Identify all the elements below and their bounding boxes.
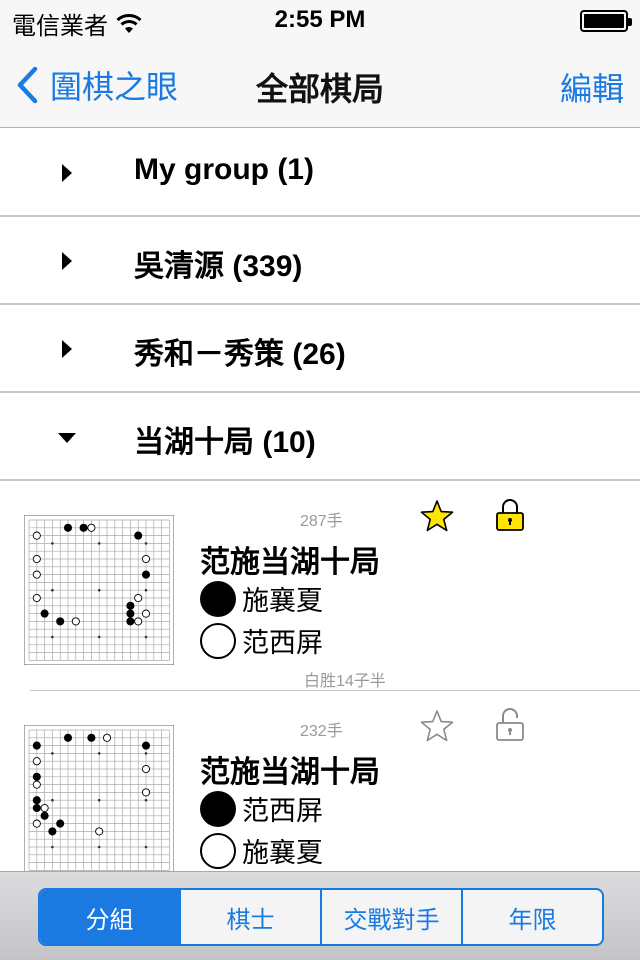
disclosure-down-icon (58, 433, 76, 443)
game-row[interactable]: 232手范施当湖十局范西屏施襄夏 (0, 691, 640, 871)
group-row[interactable]: My group (1) (0, 129, 640, 217)
navigation-bar: 圍棋之眼 全部棋局 編輯 (0, 40, 640, 128)
segment-opponents[interactable]: 交戰對手 (320, 890, 461, 944)
group-row[interactable]: 秀和－秀策 (26) (0, 305, 640, 393)
sort-segmented-control: 分組 棋士 交戰對手 年限 (38, 888, 604, 946)
segment-group[interactable]: 分組 (40, 890, 179, 944)
move-count: 287手 (300, 513, 343, 530)
unlock-icon[interactable] (492, 707, 528, 743)
disclosure-right-icon (62, 252, 72, 270)
star-icon[interactable] (420, 499, 454, 533)
battery-icon (580, 10, 632, 32)
white-player-name: 施襄夏 (242, 838, 323, 868)
segment-years[interactable]: 年限 (461, 890, 602, 944)
black-stone-icon (200, 790, 236, 827)
group-row[interactable]: 吳清源 (339) (0, 217, 640, 305)
black-player: 施襄夏 (200, 579, 323, 618)
back-button[interactable]: 圍棋之眼 (14, 62, 178, 108)
white-player: 范西屏 (200, 621, 323, 660)
white-player-name: 范西屏 (242, 628, 323, 658)
lock-icon[interactable] (492, 497, 528, 533)
status-bar: 電信業者 2:55 PM (0, 0, 640, 40)
bottom-toolbar: 分組 棋士 交戰對手 年限 (0, 871, 640, 960)
group-label: My group (1) (134, 153, 314, 186)
group-label: 吳清源 (339) (134, 250, 303, 283)
disclosure-right-icon (62, 164, 72, 182)
segment-players[interactable]: 棋士 (179, 890, 320, 944)
group-label: 秀和－秀策 (26) (134, 338, 346, 371)
status-time: 2:55 PM (274, 6, 366, 33)
chevron-back-icon (17, 66, 38, 104)
edit-button[interactable]: 編輯 (560, 64, 624, 110)
move-count: 232手 (300, 723, 343, 740)
game-result: 白胜14子半 (304, 673, 386, 690)
go-board-thumbnail (24, 515, 174, 665)
game-row[interactable]: 287手范施当湖十局施襄夏范西屏白胜14子半 (0, 481, 640, 691)
black-player: 范西屏 (200, 789, 323, 828)
white-stone-icon (200, 832, 236, 869)
game-title: 范施当湖十局 (200, 756, 380, 789)
game-list[interactable]: My group (1) 吳清源 (339) 秀和－秀策 (26) 当湖十局 (10)… (0, 129, 640, 871)
group-row[interactable]: 当湖十局 (10) (0, 393, 640, 481)
go-board-thumbnail (24, 725, 174, 871)
black-player-name: 施襄夏 (242, 586, 323, 616)
game-title: 范施当湖十局 (200, 546, 380, 579)
back-label: 圍棋之眼 (50, 69, 179, 105)
white-stone-icon (200, 622, 236, 659)
star-icon[interactable] (420, 709, 454, 743)
black-stone-icon (200, 580, 236, 617)
black-player-name: 范西屏 (242, 796, 323, 826)
disclosure-right-icon (62, 340, 72, 358)
white-player: 施襄夏 (200, 831, 323, 870)
group-label: 当湖十局 (10) (134, 426, 316, 459)
